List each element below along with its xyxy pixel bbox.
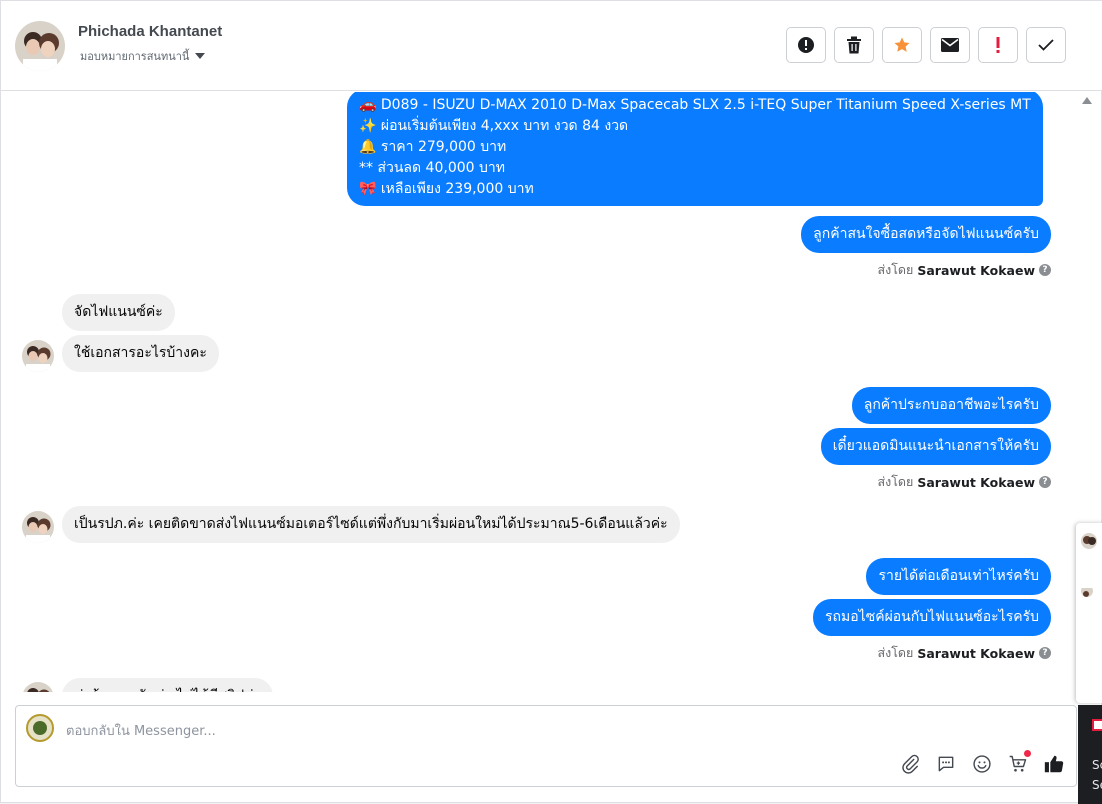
help-icon[interactable]: ? [1039,647,1051,659]
contact-avatar[interactable] [15,21,65,71]
envelope-icon [941,38,959,52]
listing-line-discount: ** ส่วนลด 40,000 บาท [359,160,505,176]
paperclip-icon [902,754,919,774]
exclamation-icon [996,37,1000,53]
listing-line-price: 🔔 ราคา 279,000 บาท [359,139,507,155]
message-bubble-incoming[interactable]: ใช้เอกสารอะไรบ้างคะ [62,335,219,372]
sent-by-agent[interactable]: Sarawut Kokaew [917,646,1035,661]
car-listing-message[interactable]: 🚗 D089 - ISUZU D-MAX 2010 D-Max Spacecab… [347,92,1043,206]
message-bubble-outgoing[interactable]: ลูกค้าประกบออาชีพอะไรครับ [851,387,1051,424]
reply-input[interactable]: ตอบกลับใน Messenger... [66,720,216,741]
mark-done-button[interactable] [1026,27,1066,63]
checkmark-icon [1038,39,1054,51]
mark-spam-button[interactable] [786,27,826,63]
assign-label: มอบหมายการสนทนานี้ [80,50,190,63]
alert-circle-icon [798,37,814,53]
page-avatar [26,714,54,742]
contact-name[interactable]: Phichada Khantanet [78,23,222,40]
scroll-up-arrow-icon[interactable] [1082,97,1092,104]
reply-composer[interactable]: ตอบกลับใน Messenger... [15,705,1077,787]
chat-head-avatar[interactable] [1081,533,1097,549]
app-logo-icon [1092,719,1102,731]
sent-by-label: ส่งโดย Sarawut Kokaew ? [877,472,1051,492]
delete-button[interactable] [834,27,874,63]
conversation-actions [786,27,1066,63]
saved-reply-icon [938,756,954,772]
cart-icon [1009,755,1027,772]
trash-icon [847,36,861,54]
chat-head-avatar[interactable] [1081,585,1093,597]
message-bubble-outgoing[interactable]: เดี๋ยวแอดมินแนะนำเอกสารให้ครับ [820,428,1051,465]
conversation-header: Phichada Khantanet มอบหมายการสนทนานี้ [1,1,1102,91]
notification-dot [1024,750,1031,757]
message-bubble-incoming[interactable]: เป็นรปภ.ค่ะ เคยติดขาดส่งไฟแนนซ์มอเตอร์ไซ… [62,506,680,543]
emoji-button[interactable] [970,752,994,776]
star-button[interactable] [882,27,922,63]
message-bubble-incoming[interactable]: จัดไฟแนนซ์ค่ะ [62,294,175,331]
saved-reply-button[interactable] [934,752,958,776]
message-bubble-outgoing[interactable]: ลูกค้าสนใจซื้อสดหรือจัดไฟแนนซ์ครับ [801,216,1051,253]
message-bubble-incoming[interactable]: ค่าจ้างรายวันค่ะ ไม่ได้มีสลิปค่ะ [62,678,274,692]
sent-by-label: ส่งโดย Sarawut Kokaew ? [877,260,1051,280]
sent-by-agent[interactable]: Sarawut Kokaew [917,475,1035,490]
star-icon [894,37,910,52]
follow-up-button[interactable] [978,27,1018,63]
assign-conversation-dropdown[interactable]: มอบหมายการสนทนานี้ [80,47,206,65]
like-button[interactable] [1042,752,1066,776]
composer-toolbar [898,750,1066,776]
sent-by-agent[interactable]: Sarawut Kokaew [917,263,1035,278]
side-text-1: Sc [1092,758,1102,772]
contact-avatar-small [22,511,54,543]
emoji-icon [973,755,991,773]
side-chat-list[interactable] [1076,523,1102,703]
sent-by-prefix: ส่งโดย [877,262,914,277]
contact-avatar-small [22,682,54,692]
side-notification-panel[interactable]: Sc Se [1078,705,1102,804]
mark-unread-button[interactable] [930,27,970,63]
message-bubble-outgoing[interactable]: รถมอไซค์ผ่อนกับไฟแนนซ์อะไรครับ [813,599,1051,636]
shop-button[interactable] [1006,750,1031,776]
listing-line-final: 🎀 เหลือเพียง 239,000 บาท [359,181,534,197]
sent-by-label: ส่งโดย Sarawut Kokaew ? [877,643,1051,663]
listing-line-installment: ✨ ผ่อนเริ่มต้นเพียง 4,xxx บาท งวด 84 งวด [359,118,629,134]
listing-line-title: 🚗 D089 - ISUZU D-MAX 2010 D-Max Spacecab… [359,97,1031,113]
help-icon[interactable]: ? [1039,476,1051,488]
message-thread[interactable]: 🚗 D089 - ISUZU D-MAX 2010 D-Max Spacecab… [1,92,1075,692]
caret-down-icon [195,53,206,59]
attach-file-button[interactable] [898,752,922,776]
thumbs-up-icon [1044,755,1064,773]
side-text-2: Se [1092,778,1102,792]
sent-by-prefix: ส่งโดย [877,645,914,660]
inbox-conversation-view: Phichada Khantanet มอบหมายการสนทนานี้ 🚗 … [0,0,1102,804]
message-bubble-outgoing[interactable]: รายได้ต่อเดือนเท่าไหร่ครับ [866,558,1051,595]
sent-by-prefix: ส่งโดย [877,474,914,489]
contact-avatar-small [22,340,54,372]
help-icon[interactable]: ? [1039,264,1051,276]
